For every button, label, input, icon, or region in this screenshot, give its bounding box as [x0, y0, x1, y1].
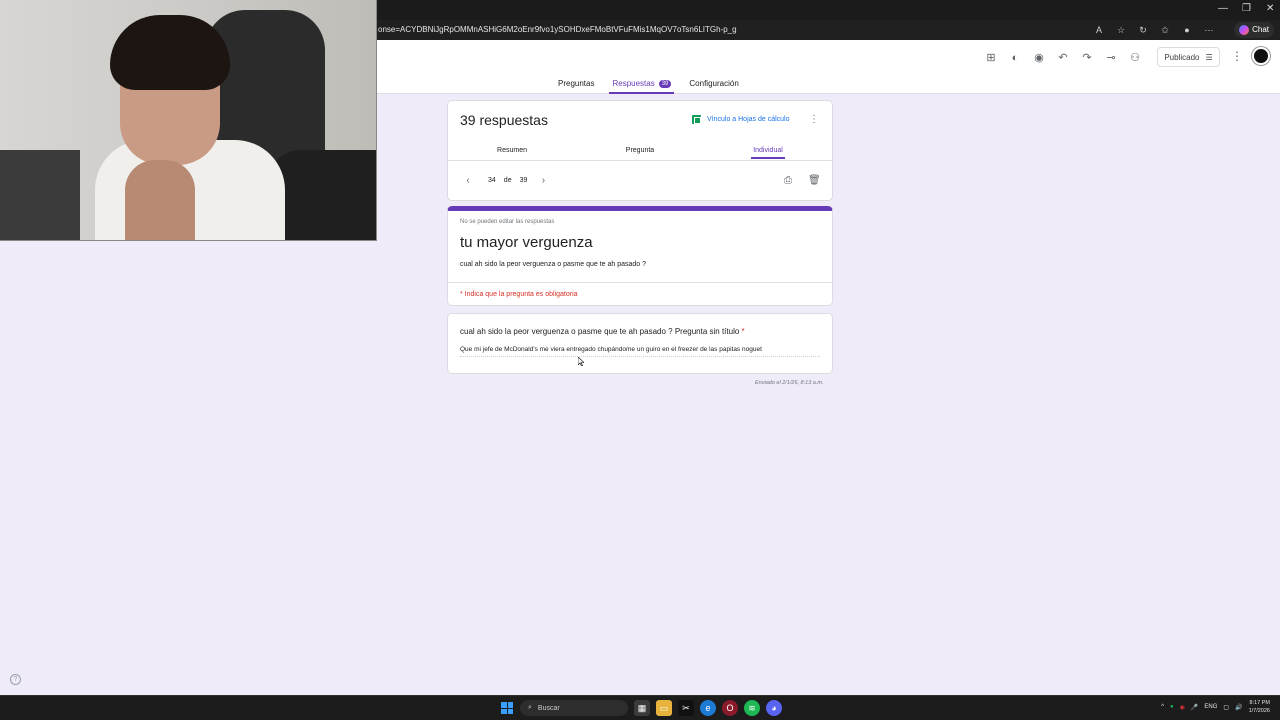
clock[interactable]: 8:17 PM 1/7/2026 [1249, 699, 1270, 715]
divider [448, 282, 832, 283]
system-tray: ^ ● ◉ 🎤 ENG ▢ 🔊 8:17 PM 1/7/2026 [1161, 699, 1270, 715]
palette-icon[interactable]: ◐ [1006, 49, 1024, 67]
spotify-icon[interactable]: ≋ [744, 700, 760, 716]
tune-icon: ☰ [1205, 52, 1213, 62]
file-explorer-icon[interactable]: ▭ [656, 700, 672, 716]
form-title: tu mayor verguenza [460, 234, 593, 251]
undo-icon[interactable]: ↶ [1054, 49, 1072, 67]
clock-date: 1/7/2026 [1248, 708, 1270, 714]
required-note: * Indica que la pregunta es obligatoria [460, 291, 578, 298]
tab-label: Preguntas [558, 79, 595, 88]
published-button[interactable]: Publicado ☰ [1157, 47, 1220, 67]
tab-responses[interactable]: Respuestas 39 [609, 77, 675, 94]
current-response-number[interactable]: 34 [488, 177, 496, 184]
redo-icon[interactable]: ↷ [1078, 49, 1096, 67]
avatar[interactable] [1252, 47, 1270, 65]
submitted-timestamp: Enviado el 2/1/26, 8:13 a.m. [755, 380, 824, 386]
person-arm [125, 160, 195, 240]
more-icon[interactable]: ⋯ [1202, 23, 1216, 37]
mouse-cursor-icon [578, 357, 584, 366]
maximize-icon[interactable]: ❐ [1242, 3, 1251, 14]
opera-gx-icon[interactable]: O [722, 700, 738, 716]
copilot-icon [1239, 25, 1250, 35]
answer-text: Que mi jefe de McDonald's me viera entre… [460, 346, 820, 357]
gaming-chair-side [270, 150, 376, 240]
required-mark: * [741, 327, 745, 336]
pager-of-label: de [503, 177, 512, 184]
spotify-tray-icon[interactable]: ● [1170, 704, 1174, 710]
webcam-desk [0, 150, 80, 240]
question-response-card: cual ah sido la peor verguenza o pasme q… [447, 313, 833, 374]
form-header-card: No se pueden editar las respuestas tu ma… [447, 206, 833, 306]
url-field[interactable]: onse=ACYDBNiJgRpOMMnASHiG6M2oEnr9fvo1ySO… [378, 25, 737, 34]
profile-icon[interactable]: ● [1180, 23, 1194, 37]
appbar-actions: ⊞ ◐ ◉ ↶ ↷ ⊸ ⚇ [982, 49, 1144, 67]
favorite-star-icon[interactable]: ☆ [1114, 23, 1128, 37]
chevron-right-icon[interactable]: › [537, 175, 549, 186]
tab-label: Respuestas [612, 79, 655, 88]
address-bar-icons: A ☆ ↻ ✩ ● ⋯ [1092, 23, 1216, 37]
form-description: cual ah sido la peor verguenza o pasme q… [460, 261, 647, 268]
response-view-tabs: Resumen Pregunta Individual [448, 143, 832, 159]
start-menu-icon[interactable] [501, 702, 513, 714]
edge-browser-icon[interactable]: e [700, 700, 716, 716]
tab-settings[interactable]: Configuración [686, 77, 741, 94]
responses-count-badge: 39 [658, 79, 672, 88]
tab-questions[interactable]: Preguntas [555, 77, 597, 94]
preview-eye-icon[interactable]: ◉ [1030, 49, 1048, 67]
copilot-chat-button[interactable]: Chat [1234, 22, 1274, 38]
taskbar-search[interactable]: ⌕ Buscar [520, 700, 628, 716]
clock-time: 8:17 PM [1249, 700, 1270, 706]
chevron-left-icon[interactable]: ‹ [462, 175, 474, 186]
print-icon[interactable]: ⎙ [784, 175, 792, 186]
capcut-icon[interactable]: ✂ [678, 700, 694, 716]
search-placeholder: Buscar [537, 704, 560, 712]
total-responses: 39 [519, 177, 528, 184]
link-icon[interactable]: ⊸ [1102, 49, 1120, 67]
delete-icon[interactable]: 🗑 [808, 175, 821, 186]
taskbar-apps: ▦ ▭ ✂ e O ≋ ◕ [634, 700, 782, 716]
more-vert-icon[interactable]: ⋮ [809, 114, 819, 125]
network-icon[interactable]: ▢ [1223, 704, 1229, 711]
discord-icon[interactable]: ◕ [766, 700, 782, 716]
minimize-icon[interactable]: — [1218, 3, 1228, 14]
chevron-up-icon[interactable]: ^ [1161, 704, 1164, 710]
person-hair [110, 15, 230, 90]
volume-icon[interactable]: 🔊 [1235, 704, 1242, 711]
responses-count-title: 39 respuestas [460, 112, 548, 128]
forms-tabs: Preguntas Respuestas 39 Configuración [555, 77, 742, 94]
help-icon[interactable]: ? [10, 674, 21, 685]
addons-icon[interactable]: ⊞ [982, 49, 1000, 67]
responses-summary-card: 39 respuestas Vínculo a Hojas de cálculo… [447, 100, 833, 201]
add-collaborator-icon[interactable]: ⚇ [1126, 49, 1144, 67]
windows-taskbar: ⌕ Buscar ▦ ▭ ✂ e O ≋ ◕ ^ ● ◉ 🎤 ENG ▢ 🔊 8… [0, 695, 1280, 720]
subtab-individual[interactable]: Individual [704, 143, 832, 159]
response-pager: ‹ 34 de 39 › [462, 175, 549, 186]
language-indicator[interactable]: ENG [1204, 704, 1217, 710]
question-text: cual ah sido la peor verguenza o pasme q… [460, 327, 740, 336]
divider [448, 160, 832, 161]
calendar-app-icon[interactable]: ▦ [634, 700, 650, 716]
question-label: cual ah sido la peor verguenza o pasme q… [460, 327, 745, 336]
microphone-icon[interactable]: 🎤 [1191, 704, 1198, 711]
published-label: Publicado [1164, 52, 1200, 62]
readonly-note: No se pueden editar las respuestas [460, 219, 555, 225]
more-vert-icon[interactable]: ⋮ [1231, 49, 1243, 63]
sheets-icon [692, 115, 701, 124]
favorites-icon[interactable]: ✩ [1158, 23, 1172, 37]
close-icon[interactable]: ✕ [1266, 3, 1274, 14]
sheets-link-label: Vínculo a Hojas de cálculo [707, 116, 790, 123]
opera-tray-icon[interactable]: ◉ [1180, 704, 1185, 711]
tab-label: Configuración [689, 79, 739, 88]
chat-label: Chat [1252, 25, 1269, 34]
refresh-icon[interactable]: ↻ [1136, 23, 1150, 37]
window-controls: — ❐ ✕ [1218, 3, 1274, 14]
webcam-overlay [0, 0, 377, 241]
read-aloud-icon[interactable]: A [1092, 23, 1106, 37]
subtab-question[interactable]: Pregunta [576, 143, 704, 159]
search-icon: ⌕ [528, 704, 532, 711]
subtab-summary[interactable]: Resumen [448, 143, 576, 159]
link-to-sheets[interactable]: Vínculo a Hojas de cálculo [692, 115, 790, 124]
